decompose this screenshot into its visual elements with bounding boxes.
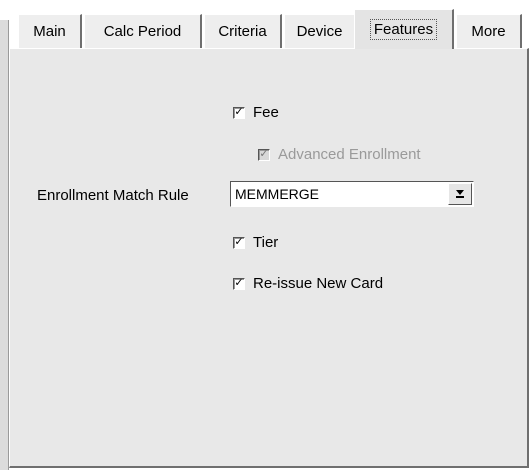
reissue-new-card-label: Re-issue New Card bbox=[253, 275, 384, 292]
reissue-new-card-checkbox[interactable]: ✓ Re-issue New Card bbox=[233, 275, 383, 292]
advanced-enrollment-label: Advanced Enrollment bbox=[278, 146, 421, 163]
tab-device[interactable]: Device bbox=[284, 14, 356, 48]
left-edge bbox=[0, 20, 9, 470]
tab-device-label: Device bbox=[296, 23, 343, 40]
fee-checkbox[interactable]: ✓ Fee bbox=[233, 104, 279, 121]
tier-checkbox[interactable]: ✓ Tier bbox=[233, 234, 278, 251]
advanced-enrollment-checkbox[interactable]: ✓ Advanced Enrollment bbox=[258, 146, 421, 163]
properties-dialog: Main Calc Period Criteria Device Feature… bbox=[0, 0, 531, 470]
tab-features-label: Features bbox=[369, 19, 438, 40]
fee-label: Fee bbox=[253, 104, 279, 121]
tab-more-label: More bbox=[471, 23, 506, 40]
tab-criteria-label: Criteria bbox=[218, 23, 267, 40]
tab-more[interactable]: More bbox=[456, 14, 522, 48]
reissue-new-card-check-icon: ✓ bbox=[233, 277, 245, 290]
tier-check-icon: ✓ bbox=[233, 236, 245, 249]
tab-calc-period-label: Calc Period bbox=[103, 23, 182, 40]
tab-main-label: Main bbox=[33, 23, 66, 40]
chevron-down-icon bbox=[456, 190, 464, 195]
tier-label: Tier bbox=[253, 234, 279, 251]
enrollment-match-rule-label: Enrollment Match Rule bbox=[37, 187, 189, 204]
arrow-bar bbox=[456, 196, 464, 198]
advanced-enrollment-check-icon: ✓ bbox=[258, 148, 270, 161]
tab-calc-period[interactable]: Calc Period bbox=[84, 14, 202, 48]
tab-features[interactable]: Features bbox=[354, 9, 454, 49]
tab-main[interactable]: Main bbox=[18, 14, 82, 48]
enrollment-match-rule-value: MEMMERGE bbox=[235, 186, 319, 202]
fee-check-icon: ✓ bbox=[233, 106, 245, 119]
enrollment-match-rule-select[interactable]: MEMMERGE bbox=[230, 181, 474, 207]
dropdown-button[interactable] bbox=[448, 183, 472, 205]
tab-criteria[interactable]: Criteria bbox=[204, 14, 282, 48]
